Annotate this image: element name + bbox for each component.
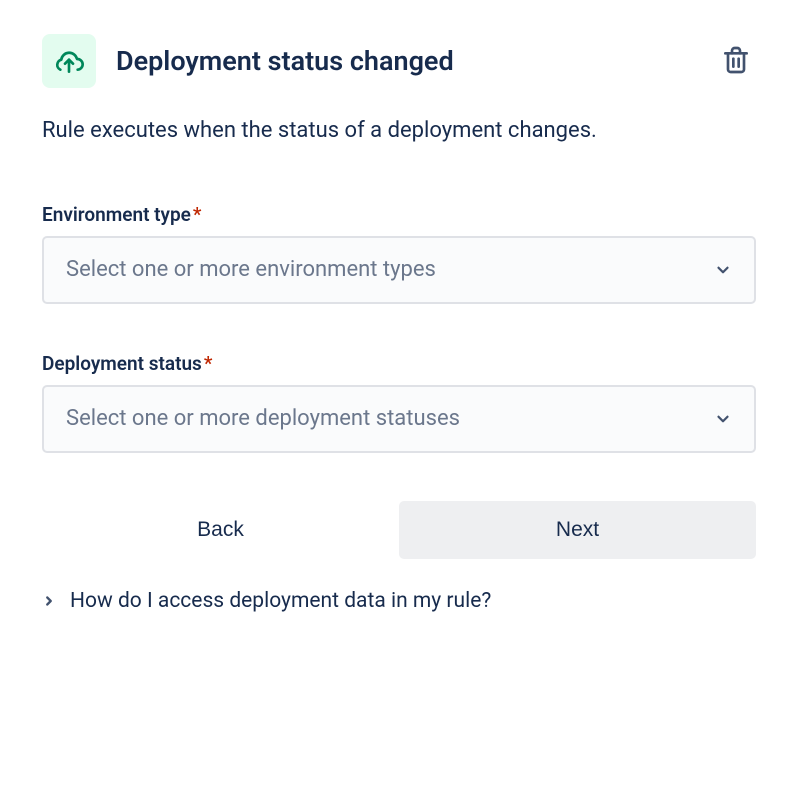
environment-type-label: Environment type*	[42, 203, 201, 226]
button-row: Back Next	[42, 501, 756, 559]
deployment-status-placeholder: Select one or more deployment statuses	[66, 406, 460, 431]
header-left: Deployment status changed	[42, 34, 454, 88]
environment-type-label-text: Environment type	[42, 203, 191, 226]
next-button[interactable]: Next	[399, 501, 756, 559]
cloud-upload-icon	[42, 34, 96, 88]
help-text: How do I access deployment data in my ru…	[70, 589, 491, 613]
environment-type-select[interactable]: Select one or more environment types	[42, 236, 756, 304]
chevron-down-icon	[714, 261, 732, 279]
chevron-down-icon	[714, 410, 732, 428]
help-disclosure[interactable]: How do I access deployment data in my ru…	[42, 585, 756, 617]
header: Deployment status changed	[42, 34, 756, 88]
environment-type-field: Environment type* Select one or more env…	[42, 203, 756, 304]
deployment-status-field: Deployment status* Select one or more de…	[42, 352, 756, 453]
trash-icon	[720, 44, 752, 76]
delete-button[interactable]	[716, 40, 756, 83]
deployment-status-label: Deployment status*	[42, 352, 212, 375]
deployment-status-select[interactable]: Select one or more deployment statuses	[42, 385, 756, 453]
page-title: Deployment status changed	[116, 45, 454, 77]
deployment-status-label-text: Deployment status	[42, 352, 202, 375]
chevron-right-icon	[42, 594, 56, 608]
required-indicator: *	[204, 352, 213, 375]
required-indicator: *	[193, 203, 202, 226]
description: Rule executes when the status of a deplo…	[42, 116, 756, 147]
back-button[interactable]: Back	[42, 501, 399, 559]
environment-type-placeholder: Select one or more environment types	[66, 257, 436, 282]
